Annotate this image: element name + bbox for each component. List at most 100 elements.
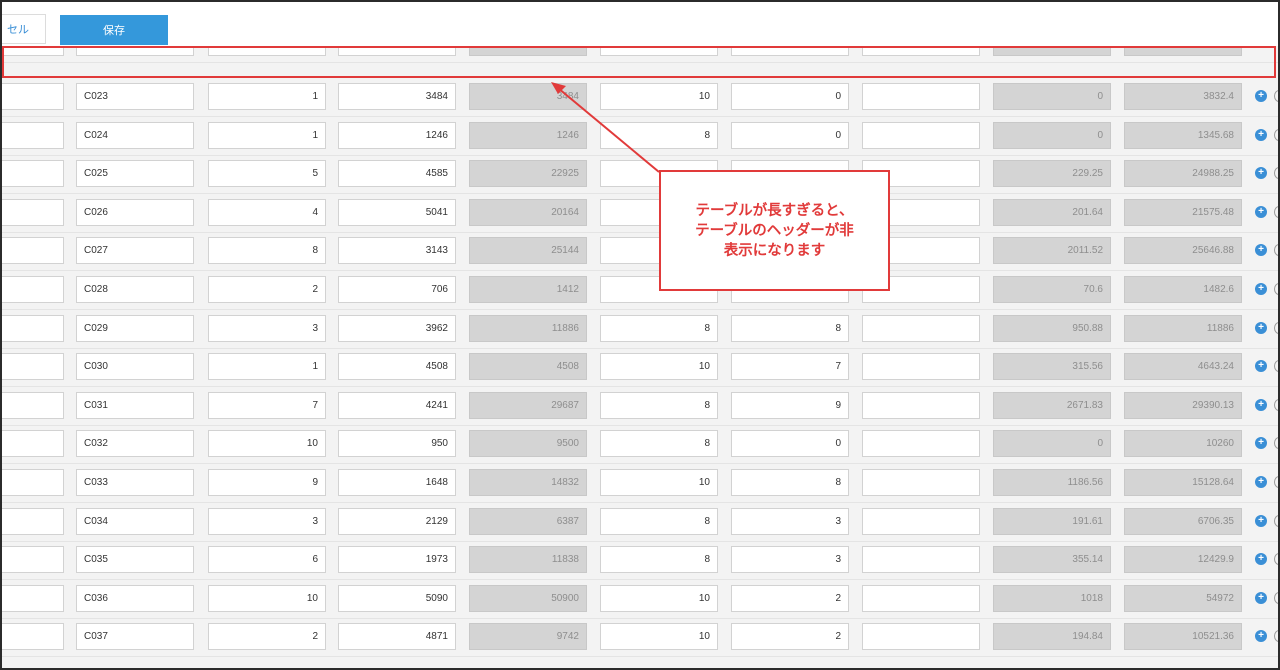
cell-leading[interactable] bbox=[2, 507, 64, 535]
cell-rate[interactable]: 8 bbox=[600, 121, 718, 149]
minus-circle-icon[interactable] bbox=[1274, 90, 1278, 102]
cell-leading[interactable] bbox=[2, 430, 64, 458]
cell-discount[interactable]: 7 bbox=[731, 353, 849, 381]
cell-discount[interactable]: 2 bbox=[731, 623, 849, 651]
cell-leading[interactable] bbox=[2, 623, 64, 651]
plus-circle-icon[interactable]: + bbox=[1255, 398, 1267, 411]
minus-circle-icon[interactable] bbox=[1274, 283, 1278, 295]
minus-circle-icon[interactable] bbox=[1274, 476, 1278, 488]
cell-discount[interactable]: 2 bbox=[731, 584, 849, 612]
cancel-button[interactable]: セル bbox=[2, 14, 46, 44]
cell-code[interactable]: C031 bbox=[76, 391, 194, 419]
cell-note[interactable] bbox=[862, 469, 980, 496]
cell-quantity[interactable]: 7 bbox=[208, 391, 326, 419]
minus-circle-icon[interactable] bbox=[1274, 630, 1278, 643]
cell-unit-price[interactable]: 3484 bbox=[338, 83, 456, 110]
cell-quantity[interactable]: 3 bbox=[208, 314, 326, 342]
cell-unit-price[interactable]: 4585 bbox=[338, 160, 456, 188]
cell-quantity[interactable]: 2 bbox=[208, 623, 326, 651]
cell-leading[interactable] bbox=[2, 83, 64, 110]
cell-rate[interactable]: 10 bbox=[600, 584, 718, 612]
plus-circle-icon[interactable]: + bbox=[1255, 244, 1267, 257]
cell-unit-price[interactable]: 4508 bbox=[338, 353, 456, 381]
plus-circle-icon[interactable]: + bbox=[1255, 205, 1267, 218]
cell-unit-price[interactable]: 2129 bbox=[338, 507, 456, 535]
cell-unit-price[interactable]: 4871 bbox=[338, 623, 456, 651]
cell-code[interactable]: C024 bbox=[76, 121, 194, 149]
cell-rate[interactable]: 10 bbox=[600, 623, 718, 651]
plus-circle-icon[interactable]: + bbox=[1255, 630, 1267, 643]
cell-rate[interactable]: 8 bbox=[600, 391, 718, 419]
cell-rate[interactable]: 10 bbox=[600, 46, 718, 56]
cell-note[interactable] bbox=[862, 430, 980, 458]
cell-discount[interactable]: 3 bbox=[731, 546, 849, 574]
cell-code[interactable]: C023 bbox=[76, 83, 194, 110]
cell-leading[interactable] bbox=[2, 391, 64, 419]
plus-circle-icon[interactable]: + bbox=[1255, 437, 1267, 450]
cell-quantity[interactable]: 1 bbox=[208, 121, 326, 149]
cell-leading[interactable] bbox=[2, 198, 64, 226]
cell-code[interactable]: C027 bbox=[76, 237, 194, 265]
cell-discount[interactable]: 7 bbox=[731, 46, 849, 56]
cell-unit-price[interactable]: 3143 bbox=[338, 237, 456, 265]
plus-circle-icon[interactable]: + bbox=[1255, 321, 1267, 334]
cell-rate[interactable]: 8 bbox=[600, 430, 718, 458]
cell-code[interactable]: C032 bbox=[76, 430, 194, 458]
minus-circle-icon[interactable] bbox=[1274, 244, 1278, 257]
save-button[interactable]: 保存 bbox=[60, 15, 168, 45]
cell-leading[interactable] bbox=[2, 46, 64, 56]
cell-code[interactable]: C029 bbox=[76, 314, 194, 342]
cell-leading[interactable] bbox=[2, 276, 64, 303]
cell-note[interactable] bbox=[862, 391, 980, 419]
cell-unit-price[interactable]: 3962 bbox=[338, 314, 456, 342]
plus-circle-icon[interactable]: + bbox=[1255, 553, 1267, 566]
cell-code[interactable]: C033 bbox=[76, 469, 194, 496]
cell-unit-price[interactable]: 5041 bbox=[338, 198, 456, 226]
plus-circle-icon[interactable]: + bbox=[1255, 167, 1267, 180]
cell-quantity[interactable]: 6 bbox=[208, 546, 326, 574]
cell-unit-price[interactable]: 2473 bbox=[338, 46, 456, 56]
cell-leading[interactable] bbox=[2, 353, 64, 381]
cell-discount[interactable]: 8 bbox=[731, 314, 849, 342]
cell-leading[interactable] bbox=[2, 121, 64, 149]
cell-unit-price[interactable]: 4241 bbox=[338, 391, 456, 419]
cell-leading[interactable] bbox=[2, 469, 64, 496]
cell-code[interactable]: C035 bbox=[76, 546, 194, 574]
plus-circle-icon[interactable]: + bbox=[1255, 128, 1267, 141]
cell-leading[interactable] bbox=[2, 237, 64, 265]
cell-code[interactable]: C028 bbox=[76, 276, 194, 303]
cell-note[interactable] bbox=[862, 314, 980, 342]
cell-leading[interactable] bbox=[2, 160, 64, 188]
cell-rate[interactable]: 10 bbox=[600, 83, 718, 110]
cell-leading[interactable] bbox=[2, 546, 64, 574]
cell-discount[interactable]: 0 bbox=[731, 430, 849, 458]
cell-note[interactable] bbox=[862, 584, 980, 612]
cell-unit-price[interactable]: 1648 bbox=[338, 469, 456, 496]
cell-discount[interactable]: 0 bbox=[731, 121, 849, 149]
minus-circle-icon[interactable] bbox=[1274, 398, 1278, 411]
cell-note[interactable] bbox=[862, 353, 980, 381]
minus-circle-icon[interactable] bbox=[1274, 321, 1278, 334]
cell-note[interactable] bbox=[862, 623, 980, 651]
minus-circle-icon[interactable] bbox=[1274, 591, 1278, 604]
cell-note[interactable] bbox=[862, 121, 980, 149]
cell-code[interactable]: C030 bbox=[76, 353, 194, 381]
cell-quantity[interactable]: 10 bbox=[208, 584, 326, 612]
cell-discount[interactable]: 3 bbox=[731, 507, 849, 535]
cell-quantity[interactable]: 3 bbox=[208, 46, 326, 56]
cell-unit-price[interactable]: 1246 bbox=[338, 121, 456, 149]
cell-note[interactable] bbox=[862, 83, 980, 110]
minus-circle-icon[interactable] bbox=[1274, 167, 1278, 180]
cell-unit-price[interactable]: 950 bbox=[338, 430, 456, 458]
cell-code[interactable]: C034 bbox=[76, 507, 194, 535]
cell-code[interactable]: C037 bbox=[76, 623, 194, 651]
cell-quantity[interactable]: 4 bbox=[208, 198, 326, 226]
plus-circle-icon[interactable]: + bbox=[1255, 514, 1267, 527]
minus-circle-icon[interactable] bbox=[1274, 514, 1278, 527]
minus-circle-icon[interactable] bbox=[1274, 553, 1278, 566]
cell-rate[interactable]: 10 bbox=[600, 353, 718, 381]
plus-circle-icon[interactable]: + bbox=[1255, 591, 1267, 604]
cell-discount[interactable]: 8 bbox=[731, 469, 849, 496]
cell-quantity[interactable]: 2 bbox=[208, 276, 326, 303]
cell-code[interactable]: C026 bbox=[76, 198, 194, 226]
